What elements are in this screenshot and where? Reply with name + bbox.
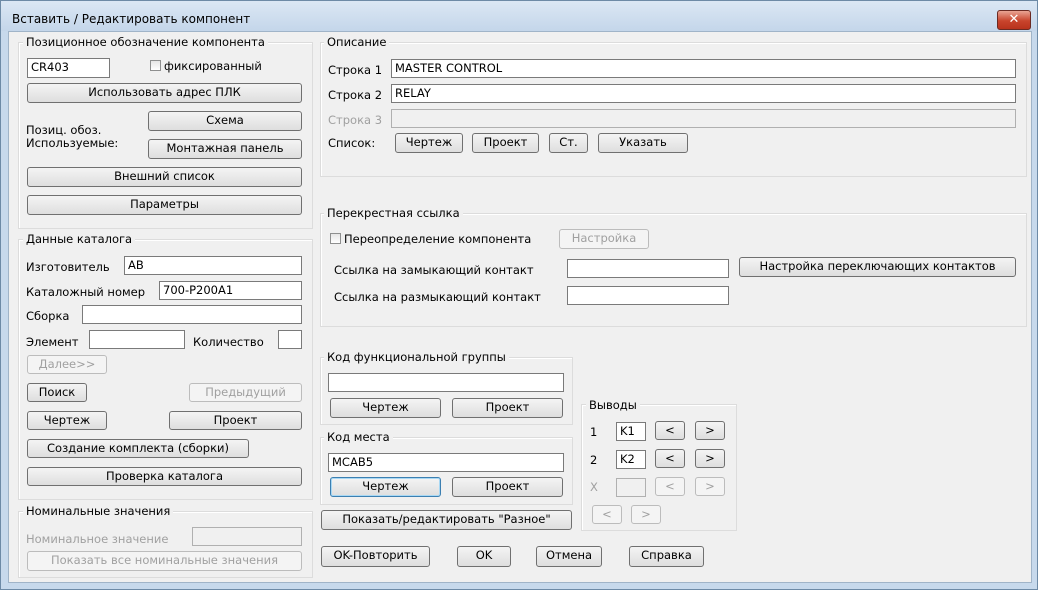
pin1-prev-button[interactable]: <	[655, 421, 685, 440]
next-button[interactable]: Далее>>	[27, 355, 107, 374]
previous-button[interactable]: Предыдущий	[189, 383, 302, 402]
installation-field[interactable]	[328, 373, 564, 392]
external-list-button[interactable]: Внешний список	[27, 167, 302, 187]
use-plc-address-button[interactable]: Использовать адрес ПЛК	[27, 83, 302, 103]
line2-label: Строка 2	[328, 88, 383, 102]
chevron-left-icon: <	[665, 451, 675, 465]
manufacturer-label: Изготовитель	[26, 260, 110, 274]
ok-repeat-button[interactable]: OK-Повторить	[321, 546, 430, 567]
pin2-next-button[interactable]: >	[695, 449, 725, 468]
line1-label: Строка 1	[328, 63, 383, 77]
catalog-number-field[interactable]: 700-P200A1	[159, 281, 302, 300]
catalog-drawing-button[interactable]: Чертеж	[27, 411, 107, 430]
location-drawing-button[interactable]: Чертеж	[330, 477, 441, 497]
line1-field[interactable]: MASTER CONTROL	[391, 59, 1016, 78]
rating-field[interactable]	[192, 527, 302, 546]
item-field[interactable]	[89, 330, 185, 349]
chevron-right-icon: >	[705, 423, 715, 437]
line3-field[interactable]	[391, 109, 1016, 128]
installation-drawing-button[interactable]: Чертеж	[330, 398, 441, 418]
description-pick-button[interactable]: Указать	[598, 133, 688, 153]
location-group-title: Код места	[324, 430, 393, 444]
location-project-button[interactable]: Проект	[452, 477, 563, 497]
help-button[interactable]: Справка	[629, 546, 704, 567]
pin1-field[interactable]: K1	[616, 422, 646, 441]
chevron-right-icon: >	[705, 479, 715, 493]
location-field[interactable]: MCAB5	[328, 453, 564, 472]
assembly-field[interactable]	[82, 305, 302, 324]
pin2-prev-button[interactable]: <	[655, 449, 685, 468]
title-bar: Вставить / Редактировать компонент ✕	[1, 1, 1037, 31]
rating-label: Номинальное значение	[26, 532, 169, 546]
pins-prev-button[interactable]: <	[592, 505, 622, 524]
nc-contact-label: Ссылка на размыкающий контакт	[334, 290, 541, 304]
override-checkbox[interactable]	[330, 233, 341, 244]
multiple-catalog-button[interactable]: Создание комплекта (сборки)	[27, 439, 249, 458]
pin2-field[interactable]: K2	[616, 450, 646, 469]
no-contact-label: Ссылка на замыкающий контакт	[334, 263, 534, 277]
pinx-next-button[interactable]: >	[695, 477, 725, 496]
used-label-2: Используемые:	[26, 136, 119, 150]
dialog-client: Позиционное обозначение компонента CR403…	[8, 31, 1032, 583]
chevron-left-icon: <	[602, 507, 612, 521]
description-group-title: Описание	[324, 35, 390, 49]
description-defaults-button[interactable]: Ст.	[549, 133, 588, 153]
tag-field[interactable]: CR403	[27, 58, 110, 78]
pinx-field[interactable]	[616, 478, 646, 497]
options-button[interactable]: Параметры	[27, 195, 302, 215]
catalog-group-title: Данные каталога	[23, 232, 136, 246]
switch-contacts-setup-button[interactable]: Настройка переключающих контактов	[739, 257, 1016, 277]
catalog-number-label: Каталожный номер	[26, 285, 146, 299]
list-label: Список:	[328, 136, 376, 150]
no-contact-field[interactable]	[567, 259, 729, 278]
installation-project-button[interactable]: Проект	[452, 398, 563, 418]
dialog-window: Вставить / Редактировать компонент ✕ Поз…	[0, 0, 1038, 590]
chevron-left-icon: <	[665, 423, 675, 437]
pin2-label: 2	[590, 453, 598, 467]
pinx-label: X	[590, 480, 598, 494]
installation-group-title: Код функциональной группы	[324, 350, 509, 364]
panel-button[interactable]: Монтажная панель	[148, 139, 302, 159]
line2-field[interactable]: RELAY	[391, 84, 1016, 103]
pins-next-button[interactable]: >	[631, 505, 661, 524]
used-label-1: Позиц. обоз.	[26, 123, 102, 137]
item-label: Элемент	[26, 335, 79, 349]
pin1-next-button[interactable]: >	[695, 421, 725, 440]
line3-label: Строка 3	[328, 113, 383, 127]
description-project-button[interactable]: Проект	[472, 133, 539, 153]
fixed-checkbox[interactable]	[150, 60, 161, 71]
designation-group-title: Позиционное обозначение компонента	[23, 35, 268, 49]
schematic-button[interactable]: Схема	[148, 111, 302, 131]
override-checkbox-label: Переопределение компонента	[344, 232, 532, 246]
cancel-button[interactable]: Отмена	[536, 546, 602, 567]
pinx-prev-button[interactable]: <	[655, 477, 685, 496]
chevron-right-icon: >	[705, 451, 715, 465]
close-icon: ✕	[1008, 12, 1020, 27]
show-all-ratings-button[interactable]: Показать все номинальные значения	[27, 551, 302, 571]
pins-group-title: Выводы	[586, 398, 640, 412]
misc-button[interactable]: Показать/редактировать "Разное"	[321, 510, 572, 530]
pin1-label: 1	[590, 425, 598, 439]
count-label: Количество	[193, 335, 264, 349]
ratings-group-title: Номинальные значения	[23, 504, 174, 518]
catalog-project-button[interactable]: Проект	[169, 411, 302, 430]
manufacturer-field[interactable]: AB	[124, 256, 302, 275]
ok-button[interactable]: OK	[457, 546, 511, 567]
description-drawing-button[interactable]: Чертеж	[395, 133, 463, 153]
count-field[interactable]	[278, 330, 302, 349]
catalog-check-button[interactable]: Проверка каталога	[27, 467, 302, 486]
assembly-label: Сборка	[26, 309, 70, 323]
nc-contact-field[interactable]	[567, 286, 729, 305]
chevron-left-icon: <	[665, 479, 675, 493]
lookup-button[interactable]: Поиск	[27, 383, 87, 402]
chevron-right-icon: >	[641, 507, 651, 521]
window-title: Вставить / Редактировать компонент	[12, 12, 251, 26]
crossref-group-title: Перекрестная ссылка	[324, 206, 463, 220]
fixed-checkbox-label: фиксированный	[164, 59, 262, 73]
close-button[interactable]: ✕	[997, 10, 1031, 30]
crossref-setup-button[interactable]: Настройка	[559, 229, 649, 249]
